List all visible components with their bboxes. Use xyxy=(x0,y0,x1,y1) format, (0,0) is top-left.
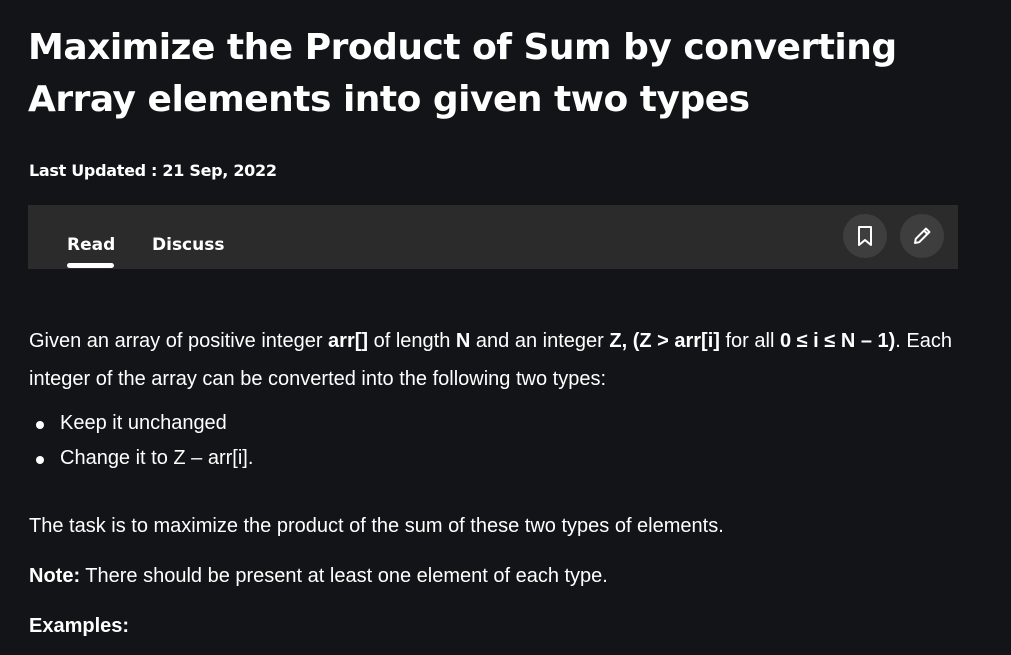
article-body: Given an array of positive integer arr[]… xyxy=(29,322,959,637)
conversion-types-list: Keep it unchanged Change it to Z – arr[i… xyxy=(29,406,959,476)
article-tab-bar: Read Discuss xyxy=(28,205,958,269)
problem-statement: Given an array of positive integer arr[]… xyxy=(29,330,952,390)
pencil-icon xyxy=(914,227,931,244)
tab-discuss[interactable]: Discuss xyxy=(152,235,224,255)
list-item: Change it to Z – arr[i]. xyxy=(36,441,959,476)
examples-heading: Examples: xyxy=(29,615,130,637)
list-item: Keep it unchanged xyxy=(36,406,959,441)
bookmark-icon xyxy=(858,226,872,246)
page-title: Maximize the Product of Sum by convertin… xyxy=(28,27,897,120)
note-label: Note: xyxy=(29,565,81,587)
bookmark-button[interactable] xyxy=(843,214,887,258)
tab-read[interactable]: Read xyxy=(67,235,115,255)
note-text: There should be present at least one ele… xyxy=(80,565,608,587)
active-tab-indicator xyxy=(67,263,114,268)
last-updated: Last Updated : 21 Sep, 2022 xyxy=(29,161,277,180)
edit-button[interactable] xyxy=(900,214,944,258)
task-statement: The task is to maximize the product of t… xyxy=(29,515,724,537)
note: Note: There should be present at least o… xyxy=(29,562,608,590)
